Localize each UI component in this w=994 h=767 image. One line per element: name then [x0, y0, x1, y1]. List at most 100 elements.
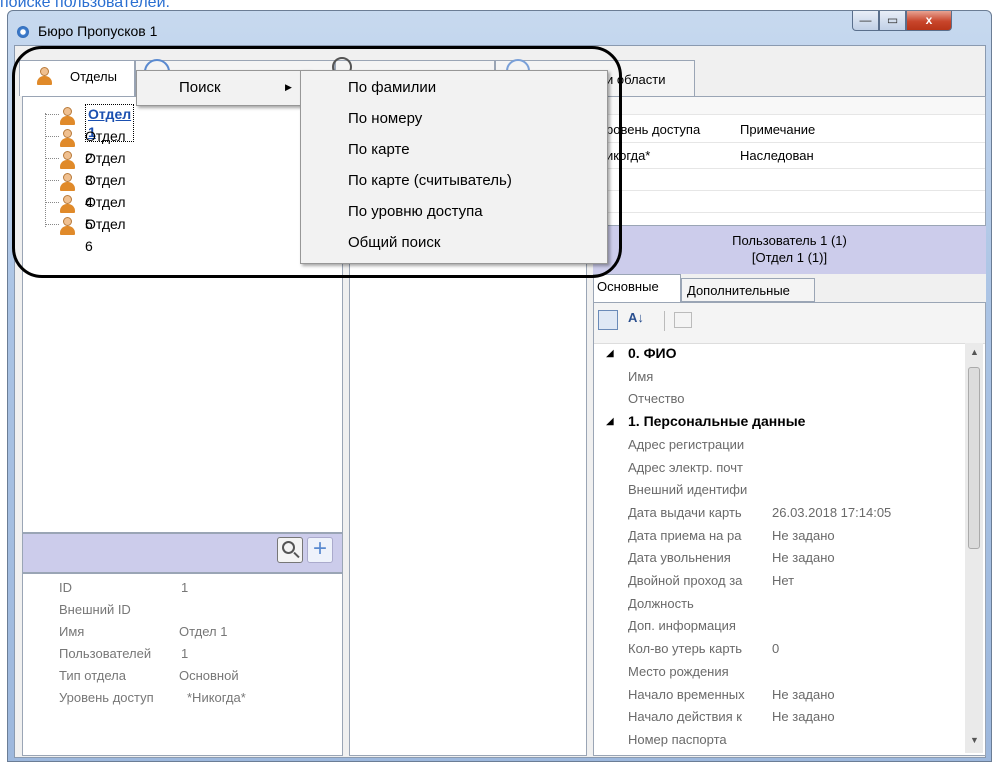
- add-button[interactable]: +: [307, 537, 333, 563]
- person-icon: [36, 67, 52, 86]
- property-name[interactable]: Дата приема на ра: [628, 528, 766, 543]
- table-row[interactable]: [594, 191, 985, 213]
- tree-item[interactable]: Отдел 1: [45, 103, 135, 142]
- categorized-icon[interactable]: [598, 310, 618, 330]
- window-title: Бюро Пропусков 1: [38, 23, 158, 39]
- property-value[interactable]: Не задано: [772, 550, 835, 565]
- tab-departments[interactable]: Отделы: [19, 60, 135, 96]
- tab-areas-label: и области: [606, 72, 666, 87]
- property-name[interactable]: Место рождения: [628, 664, 766, 679]
- property-value[interactable]: 26.03.2018 17:14:05: [772, 505, 891, 520]
- submenu-arrow-icon: ▶: [285, 82, 292, 92]
- property-name[interactable]: Начало действия к: [628, 709, 766, 724]
- context-menu: Поиск ▶: [136, 70, 310, 106]
- property-value[interactable]: Нет: [772, 573, 794, 588]
- maximize-button[interactable]: ▭: [879, 11, 906, 31]
- property-pages-icon[interactable]: [674, 312, 692, 328]
- scroll-down-icon[interactable]: ▼: [970, 735, 979, 745]
- tree-item[interactable]: Отдел 3: [45, 147, 126, 188]
- user-grid: ровень доступа Примечание икогда* Наслед…: [593, 96, 986, 226]
- submenu-item[interactable]: Общий поиск: [348, 234, 440, 251]
- property-name[interactable]: Имя: [628, 369, 766, 384]
- info-label: ID: [59, 580, 72, 595]
- grid-cell: Наследован: [740, 148, 814, 163]
- department-info: ID 1 Внешний ID Имя Отдел 1 Пользователей 1 Тип…: [22, 573, 343, 756]
- search-icon-handle: [293, 551, 300, 559]
- grid-header-access[interactable]: ровень доступа: [606, 122, 700, 137]
- property-category[interactable]: 0. ФИО: [628, 345, 676, 361]
- property-name[interactable]: Адрес регистрации: [628, 437, 766, 452]
- info-value: 1: [181, 646, 189, 661]
- submenu-item[interactable]: По номеру: [348, 110, 422, 127]
- user-name: Пользователь 1 (1): [732, 233, 847, 248]
- info-label: Внешний ID: [59, 602, 131, 617]
- property-name[interactable]: Дата выдачи карть: [628, 505, 766, 520]
- info-value: 1: [181, 580, 189, 595]
- property-value[interactable]: 0: [772, 641, 779, 656]
- property-name[interactable]: Дата увольнения: [628, 550, 766, 565]
- grid-header-note[interactable]: Примечание: [740, 122, 815, 137]
- property-category[interactable]: 1. Персональные данные: [628, 413, 805, 429]
- tree-item[interactable]: Отдел 4: [45, 169, 126, 210]
- close-button[interactable]: x: [906, 11, 952, 31]
- property-value[interactable]: Не задано: [772, 528, 835, 543]
- tree-line: [45, 224, 59, 225]
- tree-line: [45, 158, 59, 159]
- property-name[interactable]: Должность: [628, 596, 766, 611]
- info-value: *Никогда*: [187, 690, 246, 705]
- tree-line: [45, 202, 59, 203]
- property-name[interactable]: Кол-во утерь карть: [628, 641, 766, 656]
- minimize-button[interactable]: —: [852, 11, 879, 31]
- info-label: Имя: [59, 624, 85, 639]
- tree-item[interactable]: Отдел 5: [45, 191, 126, 232]
- user-header: Пользователь 1 (1) [Отдел 1 (1)]: [593, 226, 986, 274]
- user-department: [Отдел 1 (1)]: [751, 250, 828, 265]
- property-toolbar: A↓: [594, 303, 985, 344]
- menu-item-search[interactable]: Поиск ▶: [137, 71, 309, 105]
- search-submenu: По фамилии По номеру По карте По карте (счи…: [300, 70, 608, 264]
- collapse-arrow-icon[interactable]: ◢: [606, 416, 614, 427]
- property-name[interactable]: Внешний идентифи: [628, 482, 766, 497]
- person-icon: [59, 106, 75, 126]
- toolbar-divider: [664, 311, 665, 331]
- tab-additional[interactable]: Дополнительные: [681, 278, 815, 302]
- tree-line: [45, 180, 59, 181]
- search-button[interactable]: [277, 537, 303, 563]
- tree-item[interactable]: Отдел 2: [45, 125, 126, 166]
- tab-departments-label: Отделы: [70, 69, 117, 84]
- scroll-thumb[interactable]: [968, 367, 980, 549]
- tab-main[interactable]: Основные: [593, 274, 681, 302]
- property-name[interactable]: Отчество: [628, 391, 766, 406]
- person-icon: [59, 216, 75, 236]
- scroll-up-icon[interactable]: ▲: [970, 347, 979, 357]
- submenu-item[interactable]: По карте: [348, 141, 410, 158]
- sort-az-icon[interactable]: A↓: [628, 310, 644, 325]
- submenu-item[interactable]: По карте (считыватель): [348, 172, 512, 189]
- property-name[interactable]: Начало временных: [628, 687, 766, 702]
- tree-item[interactable]: Отдел 6: [45, 213, 126, 254]
- info-value: Отдел 1: [179, 624, 228, 639]
- grid-cell: икогда*: [606, 148, 651, 163]
- property-value[interactable]: Не задано: [772, 687, 835, 702]
- property-grid: A↓ ◢ 0. ФИО Имя Отчество ◢ 1. Персональные да…: [593, 302, 986, 756]
- property-name[interactable]: Доп. информация: [628, 618, 766, 633]
- submenu-item[interactable]: По уровню доступа: [348, 203, 483, 220]
- table-row[interactable]: икогда* Наследован: [594, 143, 985, 169]
- property-scrollbar[interactable]: ▲ ▼: [965, 343, 983, 753]
- tree-line: [45, 136, 59, 137]
- info-label: Пользователей: [59, 646, 152, 661]
- tree-line: [45, 114, 59, 115]
- property-name[interactable]: Адрес электр. почт: [628, 460, 766, 475]
- tree-toolbar: +: [22, 533, 343, 573]
- person-icon: [59, 172, 75, 192]
- property-name[interactable]: Номер паспорта: [628, 732, 766, 747]
- submenu-item[interactable]: По фамилии: [348, 79, 436, 96]
- info-label: Уровень доступ: [59, 690, 154, 705]
- person-icon: [59, 194, 75, 214]
- collapse-arrow-icon[interactable]: ◢: [606, 348, 614, 359]
- property-name[interactable]: Двойной проход за: [628, 573, 766, 588]
- property-value[interactable]: Не задано: [772, 709, 835, 724]
- table-row[interactable]: [594, 169, 985, 191]
- tree-item-label: Отдел 6: [85, 216, 126, 254]
- department-tree: Отдел 1 Отдел 2 Отдел 3 Отдел 4 Отдел 5 Отдел…: [22, 96, 343, 533]
